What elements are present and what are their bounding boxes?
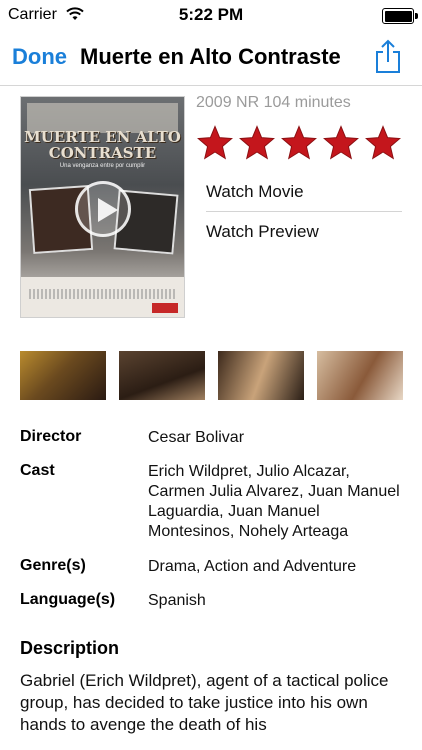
page-title: Muerte en Alto Contraste bbox=[80, 44, 341, 69]
language-label: Language(s) bbox=[20, 591, 116, 608]
status-time: 5:22 PM bbox=[178, 5, 244, 24]
director-value: Cesar Bolivar bbox=[148, 429, 245, 446]
share-icon[interactable] bbox=[374, 38, 402, 74]
poster-title-line-1: MUERTE EN ALTO bbox=[24, 128, 181, 146]
battery-fill bbox=[384, 10, 412, 22]
movie-poster[interactable]: MUERTE EN ALTO CONTRASTE Una venganza en… bbox=[20, 96, 185, 318]
scene-thumbnail[interactable] bbox=[317, 351, 403, 400]
play-icon[interactable] bbox=[75, 181, 131, 237]
battery-tip bbox=[415, 13, 418, 19]
star-icon bbox=[365, 125, 401, 160]
watch-preview-button[interactable]: Watch Preview bbox=[206, 222, 402, 242]
language-value: Spanish bbox=[148, 592, 206, 609]
star-icon bbox=[197, 125, 233, 160]
battery-icon bbox=[382, 8, 418, 24]
scene-thumbnail[interactable] bbox=[218, 351, 304, 400]
star-icon bbox=[281, 125, 317, 160]
cast-label: Cast bbox=[20, 462, 55, 479]
star-icon bbox=[239, 125, 275, 160]
poster-credit-block bbox=[29, 289, 176, 299]
poster-logo bbox=[152, 303, 178, 313]
status-bar: Carrier 5:22 PM bbox=[0, 0, 422, 30]
nav-bar: Done Muerte en Alto Contraste bbox=[0, 30, 422, 86]
scene-thumbnail[interactable] bbox=[119, 351, 205, 400]
poster-tagline: Una venganza entre por cumplir bbox=[59, 163, 146, 169]
genre-label: Genre(s) bbox=[20, 557, 86, 574]
done-button[interactable]: Done bbox=[12, 44, 67, 70]
cast-value: Erich Wildpret, Julio Alcazar, Carmen Ju… bbox=[148, 463, 400, 540]
watch-movie-button[interactable]: Watch Movie bbox=[206, 182, 402, 212]
poster-title-line-2: CONTRASTE bbox=[48, 144, 157, 162]
director-label: Director bbox=[20, 428, 82, 445]
star-icon bbox=[323, 125, 359, 160]
genre-value: Drama, Action and Adventure bbox=[148, 558, 357, 575]
description-heading: Description bbox=[20, 638, 120, 658]
scene-thumbnail[interactable] bbox=[20, 351, 106, 400]
rating-stars bbox=[196, 124, 402, 162]
movie-meta: 2009 NR 104 minutes bbox=[196, 94, 351, 111]
description-text: Gabriel (Erich Wildpret), agent of a tac… bbox=[20, 671, 389, 734]
poster-title: MUERTE EN ALTO CONTRASTE bbox=[21, 129, 184, 161]
